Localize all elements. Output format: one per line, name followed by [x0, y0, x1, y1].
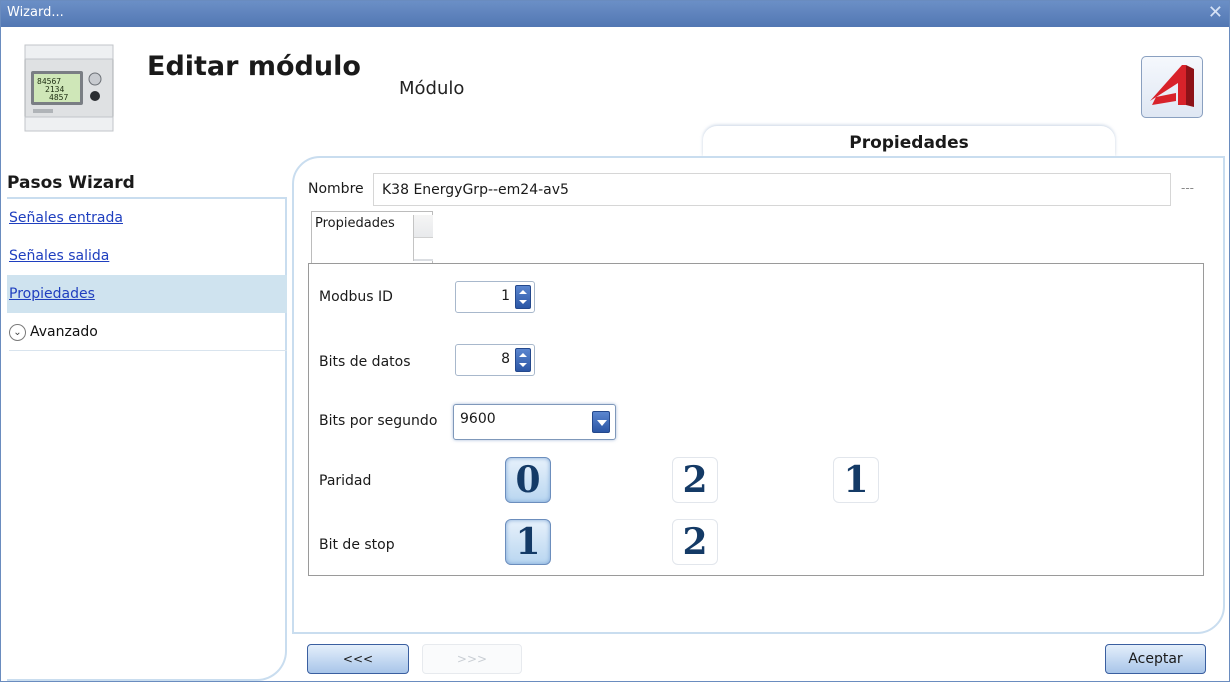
title-bar: Wizard... ✕ [1, 1, 1229, 27]
next-button[interactable]: >>> [422, 644, 522, 674]
parity-option-0[interactable]: 0 [505, 457, 551, 503]
sidebar-title: Pasos Wizard [7, 173, 135, 193]
modbus-id-value: 1 [501, 288, 510, 304]
energy-meter-module-icon: 84567 2134 4857 [21, 41, 117, 137]
tab-scroll-handle[interactable] [413, 215, 433, 261]
stop-bit-label: Bit de stop [319, 537, 395, 553]
stepper-arrows-icon[interactable] [515, 285, 531, 309]
sidebar-item-label[interactable]: Propiedades [9, 286, 95, 302]
properties-group [308, 263, 1204, 576]
name-label: Nombre [308, 181, 364, 197]
parity-label: Paridad [319, 473, 372, 489]
chevron-down-icon[interactable]: ⌄ [9, 323, 26, 341]
sidebar-item-label[interactable]: Señales salida [9, 248, 109, 264]
accept-button[interactable]: Aceptar [1105, 644, 1206, 674]
back-button[interactable]: <<< [307, 644, 409, 674]
sidebar-item-propiedades[interactable]: Propiedades [7, 275, 287, 313]
parity-option-2[interactable]: 2 [672, 457, 718, 503]
brand-logo-icon [1150, 65, 1194, 107]
chevron-down-icon[interactable] [592, 411, 610, 433]
baud-rate-select[interactable]: 9600 [453, 404, 616, 440]
sidebar-item-label: Avanzado [30, 324, 98, 340]
stop-bit-option-1[interactable]: 1 [505, 519, 551, 565]
close-icon[interactable]: ✕ [1208, 3, 1223, 23]
stepper-arrows-icon[interactable] [515, 348, 531, 372]
stop-bit-option-2[interactable]: 2 [672, 519, 718, 565]
tab-propiedades[interactable]: Propiedades [703, 126, 1115, 157]
wizard-window: Wizard... ✕ 84567 2134 4857 Editar módul… [0, 0, 1230, 682]
data-bits-stepper[interactable]: 8 [455, 344, 535, 376]
parity-option-1[interactable]: 1 [833, 457, 879, 503]
sidebar-item-senales-entrada[interactable]: Señales entrada [9, 199, 287, 237]
window-title: Wizard... [7, 5, 64, 20]
modbus-id-label: Modbus ID [319, 289, 393, 305]
sidebar-item-senales-salida[interactable]: Señales salida [9, 237, 287, 275]
baud-rate-label: Bits por segundo [319, 413, 438, 429]
svg-text:4857: 4857 [49, 93, 68, 102]
page-title: Editar módulo [147, 51, 361, 82]
sidebar-item-avanzado[interactable]: ⌄ Avanzado [9, 313, 287, 351]
data-bits-value: 8 [501, 351, 510, 367]
name-more-indicator: --- [1181, 181, 1194, 195]
brand-logo-button[interactable] [1141, 56, 1203, 118]
data-bits-label: Bits de datos [319, 354, 411, 370]
baud-rate-value: 9600 [460, 411, 496, 427]
sidebar-item-label[interactable]: Señales entrada [9, 210, 123, 226]
page-subtitle: Módulo [399, 78, 465, 99]
modbus-id-stepper[interactable]: 1 [455, 281, 535, 313]
name-input[interactable]: K38 EnergyGrp--em24-av5 [373, 173, 1171, 206]
